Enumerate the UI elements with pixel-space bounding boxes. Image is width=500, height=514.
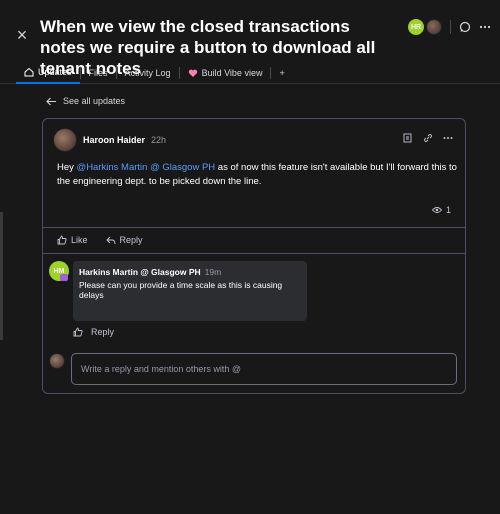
tab-updates[interactable]: Updates: [16, 62, 80, 84]
tab-label: +: [279, 67, 285, 78]
post-text-prefix: Hey: [57, 162, 77, 173]
update-card: Haroon Haider 22h Hey @Harkins Martin @ …: [42, 118, 466, 394]
close-icon[interactable]: ×: [14, 26, 30, 44]
scrollbar[interactable]: [0, 212, 3, 340]
post-time: 22h: [151, 135, 167, 145]
add-tab-button[interactable]: +: [271, 62, 292, 84]
post-body: Hey @Harkins Martin @ Glasgow PH as of n…: [57, 161, 457, 189]
tab-build-vibe-view[interactable]: Build Vibe view: [180, 62, 271, 84]
reply-button[interactable]: Reply: [91, 327, 114, 337]
post-reactions: Like Reply: [57, 235, 143, 245]
more-options-icon[interactable]: [443, 133, 453, 143]
tab-label: Files: [88, 67, 108, 78]
tab-label: Build Vibe view: [201, 67, 263, 78]
post-actions: [403, 133, 453, 143]
reply-actions: Reply: [73, 327, 114, 337]
avatar[interactable]: [53, 128, 77, 152]
see-all-label: See all updates: [63, 96, 126, 106]
views-count: 1: [445, 205, 451, 215]
reply-time: 19m: [204, 267, 222, 277]
reply-button[interactable]: Reply: [105, 235, 143, 245]
see-all-updates-link[interactable]: See all updates: [46, 96, 125, 106]
guest-badge-icon: [60, 274, 68, 281]
whatsapp-icon[interactable]: [459, 21, 471, 33]
reply-bubble: Harkins Martin @ Glasgow PH 19m Please ca…: [73, 261, 307, 321]
reply-input[interactable]: Write a reply and mention others with @: [71, 353, 457, 385]
like-button[interactable]: [73, 327, 83, 337]
avatar: [49, 353, 65, 369]
reply-text: Please can you provide a time scale as t…: [79, 280, 283, 300]
avatar[interactable]: [426, 19, 442, 35]
tab-label: Activity Log: [124, 67, 171, 78]
update-panel: × When we view the closed transactions n…: [0, 0, 500, 514]
reply-author[interactable]: Harkins Martin @ Glasgow PH: [79, 267, 201, 277]
tab-bar: Updates Files Activity Log Build Vibe vi…: [0, 62, 500, 84]
tab-files[interactable]: Files: [81, 62, 116, 84]
arrow-left-icon: [46, 97, 57, 106]
reply-header: Harkins Martin @ Glasgow PH 19m: [79, 267, 301, 277]
heart-icon: [188, 68, 198, 78]
like-button[interactable]: Like: [57, 235, 88, 245]
reply-label: Reply: [119, 235, 143, 245]
tab-label: Updates: [38, 66, 72, 77]
more-options-icon[interactable]: [479, 21, 491, 33]
like-label: Like: [71, 235, 88, 245]
divider: [450, 20, 451, 34]
header-actions: HR: [408, 17, 491, 37]
eye-icon: [431, 206, 442, 214]
post-header: Haroon Haider 22h: [53, 127, 166, 153]
divider: [43, 227, 465, 228]
tab-activity-log[interactable]: Activity Log: [117, 62, 179, 84]
mention-link[interactable]: @Harkins Martin @ Glasgow PH: [77, 162, 216, 173]
reply-input-placeholder: Write a reply and mention others with @: [81, 364, 242, 374]
divider: [43, 253, 465, 254]
link-icon[interactable]: [423, 133, 433, 143]
avatar[interactable]: HR: [408, 19, 424, 35]
edit-icon[interactable]: [403, 133, 413, 143]
post-author[interactable]: Haroon Haider: [83, 135, 145, 145]
home-icon: [24, 67, 34, 77]
seen-by[interactable]: 1: [431, 205, 451, 215]
